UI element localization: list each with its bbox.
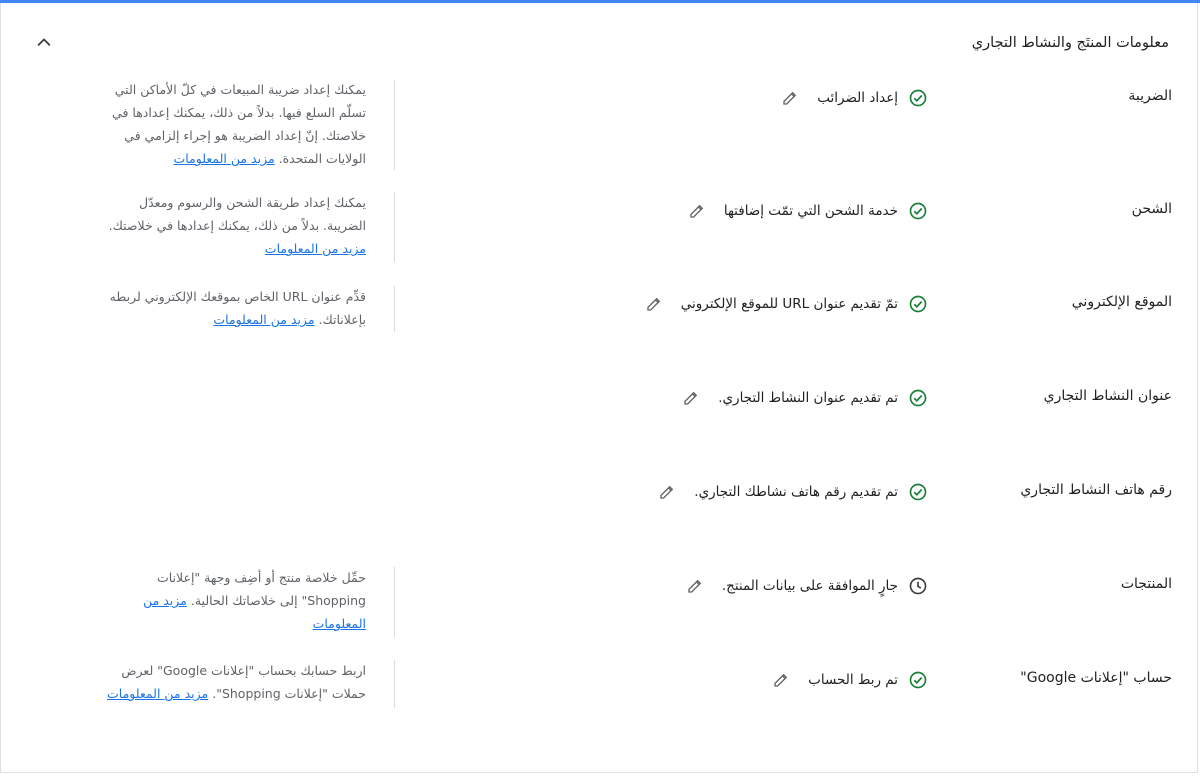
help-text: يمكنك إعداد طريقة الشحن والرسوم ومعدّل ا… xyxy=(108,195,366,233)
pencil-icon[interactable] xyxy=(688,202,706,220)
pencil-icon[interactable] xyxy=(682,389,700,407)
learn-more-link[interactable]: مزيد من المعلومات xyxy=(213,312,314,327)
section-title: معلومات المنتَج والنشاط التجاري xyxy=(971,35,1169,51)
learn-more-link[interactable]: مزيد من المعلومات xyxy=(173,151,274,166)
status-text: جارٍ الموافقة على بيانات المنتج. xyxy=(721,578,898,594)
row-label: الضريبة xyxy=(1128,88,1172,104)
status: تم تقديم عنوان النشاط التجاري. xyxy=(682,388,928,408)
pencil-icon[interactable] xyxy=(781,89,799,107)
help-google-ads: اربط حسابك بحساب "إعلانات Google" لعرض ح… xyxy=(100,659,366,705)
pencil-icon[interactable] xyxy=(686,577,704,595)
collapse-button[interactable] xyxy=(31,29,57,55)
pencil-icon[interactable] xyxy=(658,483,676,501)
chevron-up-icon xyxy=(37,38,51,46)
help-tax: يمكنك إعداد ضريبة المبيعات في كلّ الأماك… xyxy=(100,78,366,170)
help-divider xyxy=(394,567,395,637)
status-text: تم تقديم عنوان النشاط التجاري. xyxy=(718,390,898,406)
status-text: إعداد الضرائب xyxy=(817,90,898,106)
status: خدمة الشحن التي تمّت إضافتها xyxy=(688,201,928,221)
status: تم ربط الحساب xyxy=(772,670,928,690)
pencil-icon[interactable] xyxy=(645,295,663,313)
check-circle-icon xyxy=(908,482,928,502)
pencil-icon[interactable] xyxy=(772,671,790,689)
help-website: قدِّم عنوان URL الخاص بموقعك الإلكتروني … xyxy=(100,285,366,331)
status: إعداد الضرائب xyxy=(781,88,928,108)
learn-more-link[interactable]: مزيد من المعلومات xyxy=(107,686,208,701)
status-text: خدمة الشحن التي تمّت إضافتها xyxy=(723,203,898,219)
help-divider xyxy=(394,286,395,332)
learn-more-link[interactable]: مزيد من المعلومات xyxy=(265,241,366,256)
status: تمّ تقديم عنوان URL للموقع الإلكتروني xyxy=(645,294,928,314)
clock-icon xyxy=(908,576,928,596)
check-circle-icon xyxy=(908,201,928,221)
row-label: الموقع الإلكتروني xyxy=(1071,294,1172,310)
status: جارٍ الموافقة على بيانات المنتج. xyxy=(686,576,928,596)
check-circle-icon xyxy=(908,88,928,108)
row-label: الشحن xyxy=(1131,201,1172,217)
help-shipping: يمكنك إعداد طريقة الشحن والرسوم ومعدّل ا… xyxy=(100,191,366,260)
check-circle-icon xyxy=(908,388,928,408)
help-divider xyxy=(394,660,395,708)
status-text: تمّ تقديم عنوان URL للموقع الإلكتروني xyxy=(680,296,898,312)
status-text: تم تقديم رقم هاتف نشاطك التجاري. xyxy=(694,484,898,500)
help-divider xyxy=(394,80,395,170)
row-label: عنوان النشاط التجاري xyxy=(1043,388,1172,404)
check-circle-icon xyxy=(908,670,928,690)
row-label: رقم هاتف النشاط التجاري xyxy=(1020,482,1172,498)
row-label: المنتجات xyxy=(1120,576,1172,592)
status: تم تقديم رقم هاتف نشاطك التجاري. xyxy=(658,482,928,502)
help-text: حمِّل خلاصة منتج أو أضِف وجهة "إعلانات S… xyxy=(156,570,366,608)
check-circle-icon xyxy=(908,294,928,314)
help-divider xyxy=(394,192,395,262)
help-products: حمِّل خلاصة منتج أو أضِف وجهة "إعلانات S… xyxy=(100,566,366,635)
status-text: تم ربط الحساب xyxy=(808,672,898,688)
row-label: حساب "إعلانات Google" xyxy=(1020,670,1172,686)
